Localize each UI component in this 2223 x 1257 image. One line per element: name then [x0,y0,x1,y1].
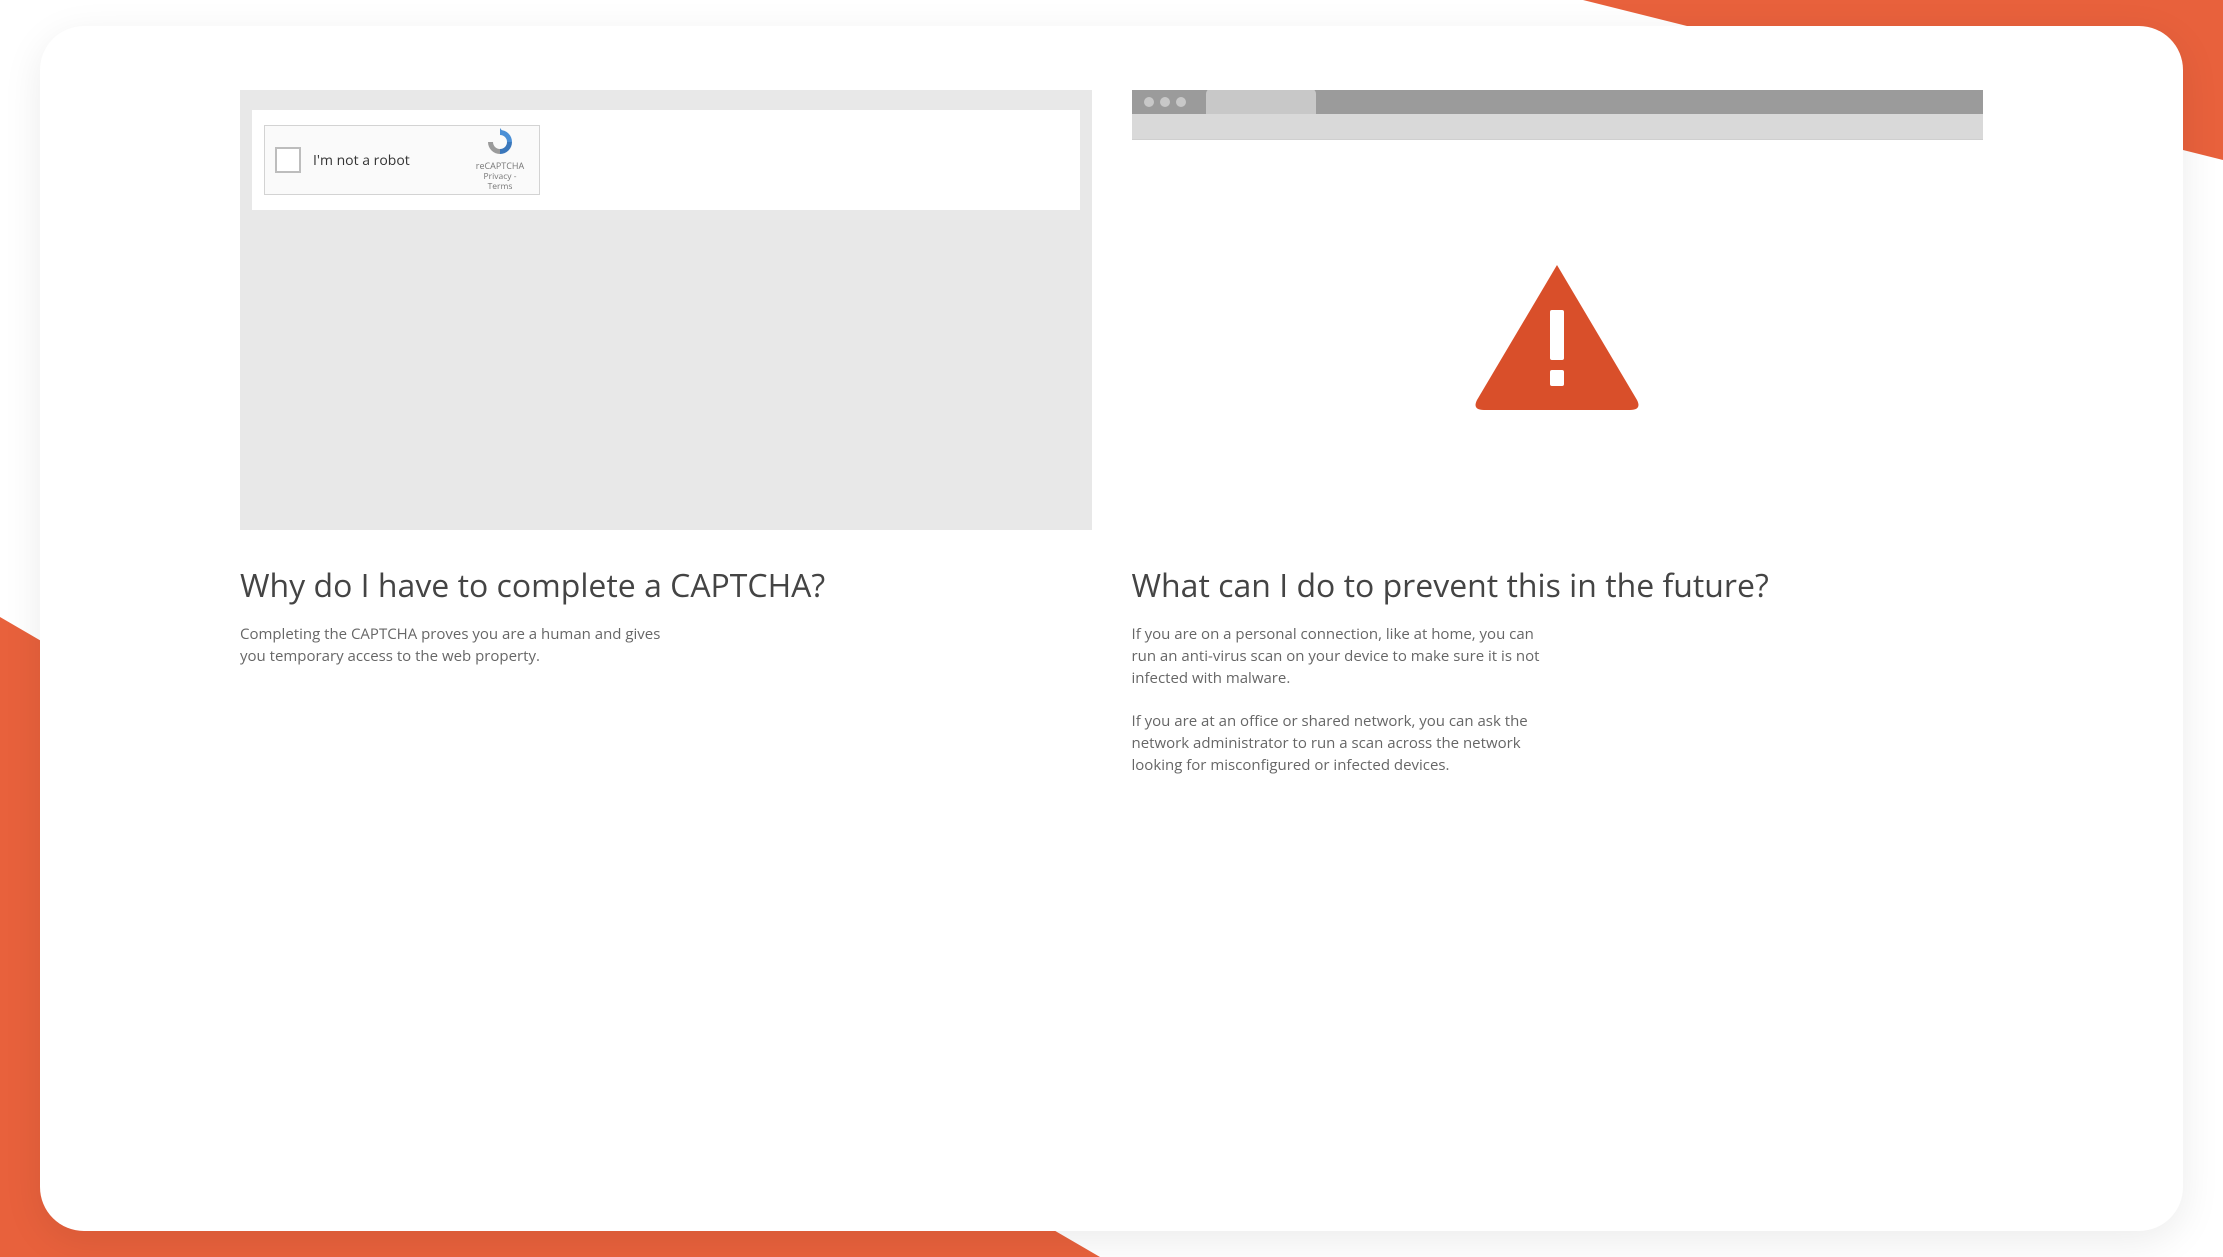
browser-panel [1132,90,1984,530]
right-heading: What can I do to prevent this in the fut… [1132,566,1984,606]
right-body-1: If you are on a personal connection, lik… [1132,624,1562,689]
left-heading: Why do I have to complete a CAPTCHA? [240,566,1092,606]
traffic-light-close-icon [1144,97,1154,107]
captcha-container: I'm not a robot reCAPTCHA [252,110,1080,210]
recaptcha-links: Privacy - Terms [471,172,529,192]
recaptcha-terms-link[interactable]: Terms [488,181,513,192]
recaptcha-label: I'm not a robot [313,151,459,170]
content-columns: I'm not a robot reCAPTCHA [240,90,1983,1231]
recaptcha-logo-icon [471,128,529,159]
right-body-2: If you are at an office or shared networ… [1132,711,1562,776]
browser-urlbar [1132,114,1984,140]
traffic-light-minimize-icon [1160,97,1170,107]
browser-tab [1206,90,1316,114]
browser-titlebar [1132,90,1984,114]
captcha-panel: I'm not a robot reCAPTCHA [240,90,1092,530]
recaptcha-brand: reCAPTCHA Privacy - Terms [471,128,529,192]
warning-triangle-icon [1472,260,1642,410]
browser-viewport [1132,140,1984,530]
recaptcha-widget[interactable]: I'm not a robot reCAPTCHA [264,125,540,195]
left-body: Completing the CAPTCHA proves you are a … [240,624,670,668]
traffic-light-zoom-icon [1176,97,1186,107]
main-card: I'm not a robot reCAPTCHA [40,26,2183,1231]
recaptcha-checkbox[interactable] [275,147,301,173]
right-column: What can I do to prevent this in the fut… [1132,90,1984,1231]
left-column: I'm not a robot reCAPTCHA [240,90,1092,1231]
